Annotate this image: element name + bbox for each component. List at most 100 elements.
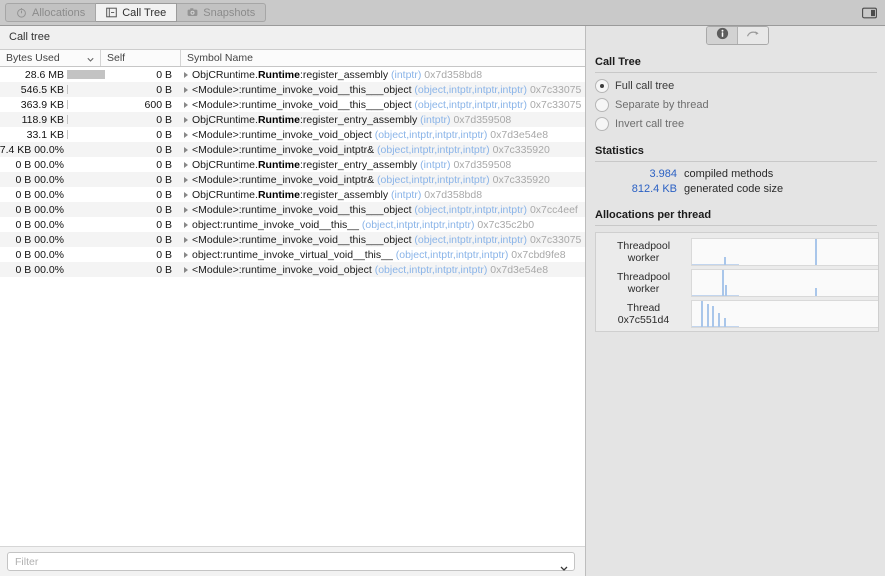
statistic-value[interactable]: 812.4 KB bbox=[595, 183, 677, 195]
thread-row: Threadpool worker bbox=[596, 268, 878, 298]
table-row[interactable]: 33.1 KB 0 B <Module>:runtime_invoke_void_o… bbox=[0, 127, 585, 142]
disclosure-triangle-icon[interactable] bbox=[184, 236, 188, 243]
table-row[interactable]: 0 B 00.0% 0 B ObjCRuntime.Runtime:register… bbox=[0, 187, 585, 202]
calltree-icon bbox=[106, 7, 118, 18]
disclosure-triangle-icon[interactable] bbox=[184, 206, 188, 213]
call-tree-option-1[interactable]: Separate by thread bbox=[595, 98, 885, 112]
disclosure-triangle-icon[interactable] bbox=[184, 251, 188, 258]
cell-self: 0 B bbox=[156, 233, 172, 246]
cell-bytes-used: 0 B 00.0% bbox=[15, 263, 64, 276]
table-header: Bytes Used Self Symbol Name bbox=[0, 50, 585, 67]
table-row[interactable]: 0 B 00.0% 0 B <Module>:runtime_invoke_void… bbox=[0, 172, 585, 187]
divider bbox=[595, 72, 877, 73]
call-tree-option-0[interactable]: Full call tree bbox=[595, 79, 885, 93]
table-row[interactable]: 118.9 KB 0 B ObjCRuntime.Runtime:register_… bbox=[0, 112, 585, 127]
bytes-used-bar bbox=[67, 115, 68, 124]
symbol-text: ObjCRuntime.Runtime:register_assembly (i… bbox=[192, 188, 483, 201]
chevron-down-icon[interactable] bbox=[560, 559, 568, 571]
column-header-symbol-name[interactable]: Symbol Name bbox=[180, 50, 585, 66]
disclosure-triangle-icon[interactable] bbox=[184, 221, 188, 228]
table-row[interactable]: 0 B 00.0% 0 B <Module>:runtime_invoke_void… bbox=[0, 262, 585, 277]
thread-label: Thread 0x7c551d4 bbox=[617, 302, 670, 326]
tab-allocations[interactable]: Allocations bbox=[5, 3, 97, 22]
cell-bytes-used: 0 B 00.0% bbox=[15, 158, 64, 171]
symbol-text: <Module>:runtime_invoke_void_intptr& (ob… bbox=[192, 173, 550, 186]
panel-toggle-icon[interactable] bbox=[862, 6, 877, 19]
table-row[interactable]: 7.4 KB 00.0% 0 B <Module>:runtime_invoke_v… bbox=[0, 142, 585, 157]
cell-symbol-name: <Module>:runtime_invoke_void_intptr& (ob… bbox=[184, 172, 550, 187]
call-tree-option-label: Separate by thread bbox=[615, 99, 709, 111]
sparkline-spike bbox=[721, 270, 724, 296]
call-tree-option-label: Full call tree bbox=[615, 80, 675, 92]
statistic-row: 812.4 KB generated code size bbox=[595, 183, 885, 195]
disclosure-triangle-icon[interactable] bbox=[184, 116, 188, 123]
cell-self: 0 B bbox=[156, 143, 172, 156]
inspector-panel: Call Tree Full call tree Separate by thre… bbox=[585, 26, 885, 576]
filter-bar: Filter bbox=[0, 546, 585, 576]
stopwatch-icon bbox=[16, 7, 27, 18]
column-header-bytes-used[interactable]: Bytes Used bbox=[0, 50, 100, 66]
disclosure-triangle-icon[interactable] bbox=[184, 161, 188, 168]
thread-sparkline bbox=[691, 300, 878, 328]
disclosure-triangle-icon[interactable] bbox=[184, 131, 188, 138]
filter-combobox[interactable]: Filter bbox=[7, 552, 575, 571]
divider bbox=[595, 225, 877, 226]
cell-symbol-name: <Module>:runtime_invoke_void__this___obj… bbox=[184, 202, 578, 217]
cell-bytes-used: 546.5 KB bbox=[20, 83, 64, 96]
chevron-down-icon[interactable] bbox=[87, 54, 94, 62]
cell-self: 600 B bbox=[144, 98, 172, 111]
inspector-content: Call Tree Full call tree Separate by thre… bbox=[586, 56, 885, 332]
disclosure-triangle-icon[interactable] bbox=[184, 266, 188, 273]
tab-snapshots[interactable]: Snapshots bbox=[177, 3, 267, 22]
bytes-used-bar bbox=[67, 130, 68, 139]
info-button[interactable] bbox=[707, 27, 737, 44]
disclosure-triangle-icon[interactable] bbox=[184, 101, 188, 108]
statistics-list: 3.984 compiled methods 812.4 KB generated c… bbox=[595, 168, 885, 195]
cell-bytes-used: 0 B 00.0% bbox=[15, 233, 64, 246]
cell-symbol-name: <Module>:runtime_invoke_void__this___obj… bbox=[184, 97, 581, 112]
column-header-self[interactable]: Self bbox=[100, 50, 180, 66]
radio-button[interactable] bbox=[595, 98, 609, 112]
table-row[interactable]: 363.9 KB 600 B <Module>:runtime_invoke_voi… bbox=[0, 97, 585, 112]
divider bbox=[595, 161, 877, 162]
profiler-window: Allocations Call Tree Snapshots Call tre… bbox=[0, 0, 885, 576]
cell-symbol-name: ObjCRuntime.Runtime:register_assembly (i… bbox=[184, 67, 482, 82]
disclosure-triangle-icon[interactable] bbox=[184, 86, 188, 93]
statistic-row: 3.984 compiled methods bbox=[595, 168, 885, 180]
statistic-value[interactable]: 3.984 bbox=[595, 168, 677, 180]
call-tree-option-2[interactable]: Invert call tree bbox=[595, 117, 885, 131]
cell-symbol-name: <Module>:runtime_invoke_void__this___obj… bbox=[184, 232, 581, 247]
arrow-right-icon bbox=[746, 27, 760, 44]
disclosure-triangle-icon[interactable] bbox=[184, 146, 188, 153]
tab-call-tree[interactable]: Call Tree bbox=[96, 3, 178, 22]
radio-button[interactable] bbox=[595, 117, 609, 131]
cell-symbol-name: <Module>:runtime_invoke_void__this___obj… bbox=[184, 82, 581, 97]
table-row[interactable]: 546.5 KB 0 B <Module>:runtime_invoke_void_… bbox=[0, 82, 585, 97]
table-row[interactable]: 0 B 00.0% 0 B <Module>:runtime_invoke_void… bbox=[0, 232, 585, 247]
symbol-text: ObjCRuntime.Runtime:register_entry_assem… bbox=[192, 113, 512, 126]
table-row[interactable]: 28.6 MB 0 B ObjCRuntime.Runtime:register_a… bbox=[0, 67, 585, 82]
disclosure-triangle-icon[interactable] bbox=[184, 176, 188, 183]
bytes-used-bar bbox=[67, 85, 68, 94]
table-row[interactable]: 0 B 00.0% 0 B object:runtime_invoke_virtua… bbox=[0, 247, 585, 262]
sparkline-baseline bbox=[692, 326, 739, 327]
sparkline-spike bbox=[706, 304, 709, 327]
call-tree-options: Full call tree Separate by thread Invert c… bbox=[586, 79, 885, 131]
jump-button[interactable] bbox=[737, 27, 768, 44]
disclosure-triangle-icon[interactable] bbox=[184, 191, 188, 198]
tab-group: Allocations Call Tree Snapshots bbox=[5, 3, 267, 22]
tab-allocations-label: Allocations bbox=[32, 6, 86, 19]
cell-bytes-used: 33.1 KB bbox=[26, 128, 64, 141]
sparkline-spike bbox=[701, 301, 704, 327]
table-row[interactable]: 0 B 00.0% 0 B <Module>:runtime_invoke_void… bbox=[0, 202, 585, 217]
disclosure-triangle-icon[interactable] bbox=[184, 71, 188, 78]
info-icon bbox=[716, 27, 729, 44]
thread-label: Threadpool worker bbox=[616, 240, 671, 264]
radio-button[interactable] bbox=[595, 79, 609, 93]
sparkline-baseline bbox=[692, 295, 739, 296]
call-tree-section-heading: Call Tree bbox=[595, 56, 641, 68]
table-row[interactable]: 0 B 00.0% 0 B object:runtime_invoke_void__… bbox=[0, 217, 585, 232]
tab-snapshots-label: Snapshots bbox=[203, 6, 256, 19]
symbol-text: <Module>:runtime_invoke_void_object (obj… bbox=[192, 263, 549, 276]
table-row[interactable]: 0 B 00.0% 0 B ObjCRuntime.Runtime:register… bbox=[0, 157, 585, 172]
